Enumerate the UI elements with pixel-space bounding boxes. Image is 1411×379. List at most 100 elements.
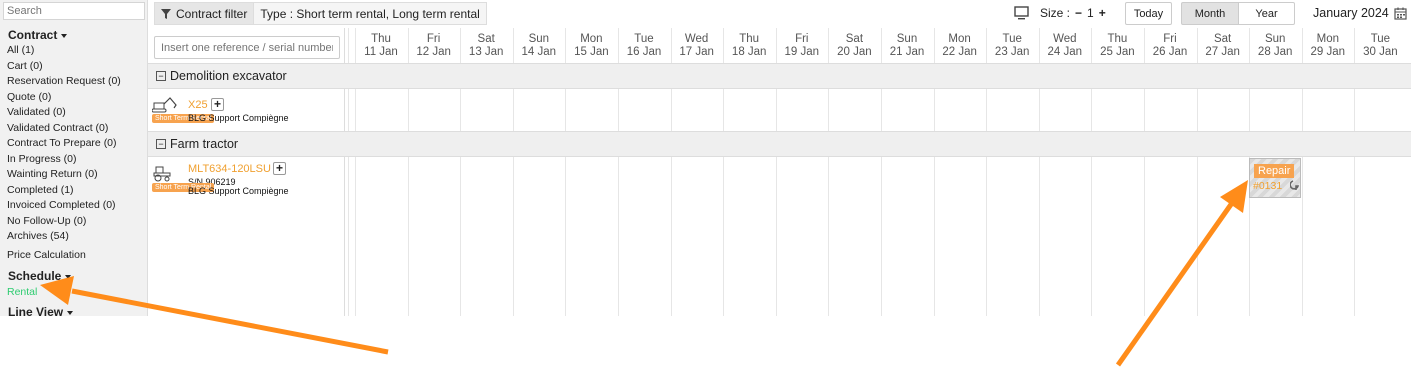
contract-status-item[interactable]: Archives (54) bbox=[7, 230, 69, 242]
size-value: 1 bbox=[1087, 6, 1094, 20]
day-date: 22 Jan bbox=[942, 46, 977, 58]
day-date: 15 Jan bbox=[574, 46, 609, 58]
line-view-section-title[interactable]: Line View bbox=[8, 305, 74, 316]
day-date: 21 Jan bbox=[889, 46, 925, 58]
contract-section-title[interactable]: Contract bbox=[8, 28, 68, 42]
day-of-week: Sun bbox=[528, 33, 550, 45]
contract-status-item[interactable]: Invoiced Completed (0) bbox=[7, 199, 116, 211]
event-number: #0131 bbox=[1253, 180, 1283, 192]
today-button[interactable]: Today bbox=[1125, 2, 1172, 25]
day-of-week: Thu bbox=[1107, 33, 1128, 45]
equipment-name-link[interactable]: X25 bbox=[188, 99, 208, 111]
collapse-icon[interactable]: − bbox=[156, 71, 166, 81]
day-header: Thu 25 Jan bbox=[1091, 33, 1143, 59]
day-of-week: Sun bbox=[896, 33, 918, 45]
day-of-week: Thu bbox=[371, 33, 391, 45]
day-header: Sat 13 Jan bbox=[460, 33, 512, 59]
contract-status-item[interactable]: In Progress (0) bbox=[7, 153, 76, 165]
day-of-week: Sun bbox=[1264, 33, 1286, 45]
size-decrease-button[interactable]: − bbox=[1075, 6, 1082, 20]
equipment-row: X25 + Short Term Rental BLG Support Comp… bbox=[148, 89, 344, 131]
day-date: 12 Jan bbox=[416, 46, 451, 58]
day-date: 16 Jan bbox=[626, 46, 662, 58]
contract-status-item[interactable]: Completed (1) bbox=[7, 184, 74, 196]
equipment-name-link[interactable]: MLT634-120LSU bbox=[188, 163, 271, 175]
day-date: 17 Jan bbox=[679, 46, 714, 58]
price-calculation-link[interactable]: Price Calculation bbox=[7, 249, 86, 261]
contract-status-item[interactable]: Quote (0) bbox=[7, 91, 51, 103]
filter-icon bbox=[161, 8, 171, 19]
day-header: Fri 19 Jan bbox=[776, 33, 828, 59]
day-date: 13 Jan bbox=[468, 46, 504, 58]
month-view-button[interactable]: Month bbox=[1181, 2, 1239, 25]
schedule-section-title[interactable]: Schedule bbox=[8, 269, 72, 283]
day-of-week: Wed bbox=[1053, 33, 1077, 45]
reference-search-input[interactable] bbox=[154, 36, 340, 59]
rental-link[interactable]: Rental bbox=[7, 286, 37, 298]
day-of-week: Fri bbox=[795, 33, 809, 45]
day-date: 30 Jan bbox=[1363, 46, 1398, 58]
contract-status-item[interactable]: Wainting Return (0) bbox=[7, 168, 98, 180]
size-increase-button[interactable]: + bbox=[1099, 6, 1106, 20]
search-input[interactable] bbox=[3, 2, 145, 20]
day-header: Tue 16 Jan bbox=[618, 33, 670, 59]
group-row: − Farm tractor bbox=[148, 131, 1411, 157]
contract-status-item[interactable]: All (1) bbox=[7, 44, 34, 56]
day-header: Fri 12 Jan bbox=[408, 33, 460, 59]
day-header: Sun 21 Jan bbox=[881, 33, 933, 59]
day-of-week: Sat bbox=[1213, 33, 1232, 45]
toolbar: Contract filter Type : Short term rental… bbox=[148, 0, 1411, 28]
day-header: Tue 30 Jan bbox=[1354, 33, 1406, 59]
sidebar: Contract All (1) Cart (0) Reservation Requ… bbox=[0, 0, 148, 316]
day-of-week: Tue bbox=[634, 33, 654, 45]
day-of-week: Thu bbox=[739, 33, 760, 45]
calendar-icon bbox=[1394, 7, 1407, 20]
day-date: 26 Jan bbox=[1152, 46, 1188, 58]
day-date: 14 Jan bbox=[521, 46, 557, 58]
day-date: 25 Jan bbox=[1100, 46, 1135, 58]
contract-status-item[interactable]: No Follow-Up (0) bbox=[7, 215, 86, 227]
group-name: Farm tractor bbox=[170, 137, 239, 151]
contract-status-item[interactable]: Contract To Prepare (0) bbox=[7, 137, 117, 149]
current-month-label: January 2024 bbox=[1313, 6, 1389, 20]
chevron-down-icon bbox=[67, 310, 74, 315]
monitor-icon[interactable] bbox=[1014, 6, 1029, 20]
day-header: Sat 20 Jan bbox=[828, 33, 880, 59]
day-date: 29 Jan bbox=[1310, 46, 1346, 58]
contract-filter-button[interactable]: Contract filter bbox=[155, 3, 255, 24]
day-of-week: Mon bbox=[948, 33, 971, 45]
day-header: Sat 27 Jan bbox=[1197, 33, 1249, 59]
day-of-week: Fri bbox=[426, 33, 441, 45]
group-header-farm-tractor[interactable]: − Farm tractor bbox=[156, 137, 238, 151]
contract-status-item[interactable]: Reservation Request (0) bbox=[7, 75, 121, 87]
day-header: Thu 11 Jan bbox=[355, 33, 407, 59]
day-date: 28 Jan bbox=[1257, 46, 1293, 58]
event-type-label: Repair bbox=[1254, 164, 1295, 178]
contract-status-item[interactable]: Cart (0) bbox=[7, 60, 43, 72]
add-button[interactable]: + bbox=[211, 98, 224, 111]
day-date: 20 Jan bbox=[837, 46, 872, 58]
group-header-demolition-excavator[interactable]: − Demolition excavator bbox=[156, 69, 287, 83]
contract-status-item[interactable]: Validated (0) bbox=[7, 106, 66, 118]
schedule-grid: Thu 11 Jan Fri 12 Jan Sat 13 Jan Sun 14 Jan Mon 1… bbox=[148, 28, 1411, 316]
equipment-location: BLG Support Compiègne bbox=[188, 113, 289, 123]
contract-status-item[interactable]: Validated Contract (0) bbox=[7, 122, 108, 134]
day-date: 24 Jan bbox=[1047, 46, 1083, 58]
day-header: Mon 22 Jan bbox=[934, 33, 986, 59]
day-date: 18 Jan bbox=[731, 46, 767, 58]
current-month[interactable]: January 2024 bbox=[1313, 6, 1407, 20]
day-of-week: Wed bbox=[684, 33, 709, 45]
size-label: Size : bbox=[1040, 6, 1071, 20]
add-button[interactable]: + bbox=[273, 162, 286, 175]
day-header: Mon 29 Jan bbox=[1302, 33, 1354, 59]
day-of-week: Tue bbox=[1002, 33, 1022, 45]
collapse-icon[interactable]: − bbox=[156, 139, 166, 149]
day-header: Thu 18 Jan bbox=[723, 33, 775, 59]
chevron-down-icon bbox=[61, 33, 68, 38]
year-view-button[interactable]: Year bbox=[1238, 2, 1295, 25]
repair-event[interactable]: Repair #0131 bbox=[1249, 158, 1301, 198]
day-header: Sun 14 Jan bbox=[513, 33, 565, 59]
contract-filter: Contract filter Type : Short term rental… bbox=[154, 2, 487, 25]
day-of-week: Sat bbox=[845, 33, 864, 45]
contract-filter-label: Contract filter bbox=[176, 6, 248, 21]
